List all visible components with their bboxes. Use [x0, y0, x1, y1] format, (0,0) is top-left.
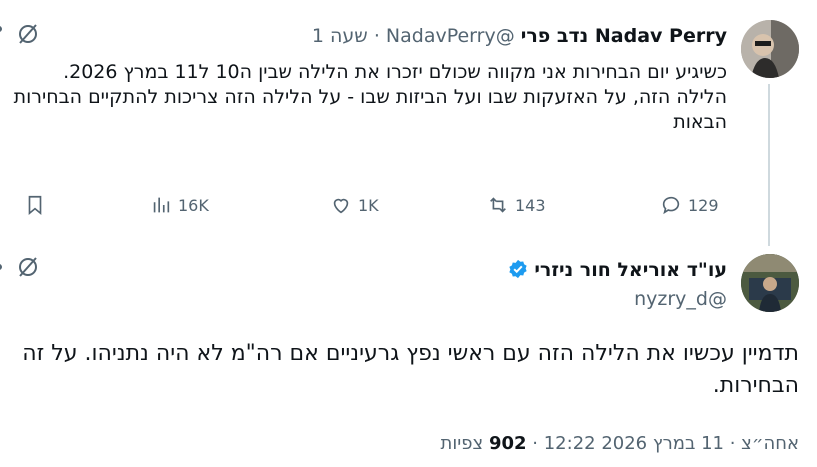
retweet-count: 143	[515, 195, 546, 215]
bookmark-button[interactable]	[24, 193, 46, 217]
retweet-icon	[490, 197, 506, 213]
reply-display-name[interactable]: Nadav Perry נדב פרי	[521, 25, 727, 47]
more-icon[interactable]	[0, 26, 2, 32]
views-icon	[153, 197, 170, 213]
grok-icon[interactable]	[16, 22, 40, 50]
grok-icon[interactable]	[16, 255, 40, 283]
tweet-timestamp[interactable]: אחה״צ · 11 במרץ 2026 12:22	[544, 433, 799, 454]
reply-text: כשיגיע יום הבחירות אני מקווה שכולם יזכרו…	[13, 61, 727, 133]
separator-dot: ·	[373, 25, 380, 47]
separator-dot: ·	[526, 433, 538, 454]
reply-handle[interactable]: @NadavPerry	[386, 25, 515, 47]
views-count: 16K	[178, 195, 209, 215]
like-count: 1K	[358, 195, 379, 215]
like-button[interactable]: 1K	[330, 193, 379, 217]
main-tweet-text: תדמיין עכשיו את הלילה הזה עם ראשי נפץ גר…	[15, 341, 799, 398]
verified-badge-icon	[509, 259, 527, 279]
main-handle[interactable]: @nyzry_d	[634, 288, 727, 310]
views-button[interactable]: 16K	[150, 193, 209, 217]
more-icon[interactable]	[0, 264, 2, 270]
tweet-footer: אחה״צ · 11 במרץ 2026 12:22 · 902 צפיות	[441, 433, 799, 454]
reply-count: 129	[688, 195, 719, 215]
main-header: עו"ד אוריאל חור ניזרי	[508, 259, 727, 281]
retweet-button[interactable]: 143	[487, 193, 546, 217]
like-icon	[333, 198, 349, 214]
views-number: 902	[488, 433, 527, 454]
views-label: צפיות	[440, 433, 484, 454]
bookmark-icon	[28, 195, 42, 216]
main-display-name[interactable]: עו"ד אוריאל חור ניזרי	[534, 259, 727, 281]
reply-time[interactable]: שעה 1	[312, 25, 368, 47]
reply-icon	[662, 196, 680, 215]
reply-button[interactable]: 129	[660, 193, 719, 217]
avatar-uriel-hor-nizri[interactable]	[741, 254, 799, 312]
reply-header: Nadav Perry נדב פרי @NadavPerry · שעה 1	[312, 25, 727, 47]
thread-connector-line	[768, 84, 770, 246]
avatar-nadav-perry[interactable]	[741, 20, 799, 78]
